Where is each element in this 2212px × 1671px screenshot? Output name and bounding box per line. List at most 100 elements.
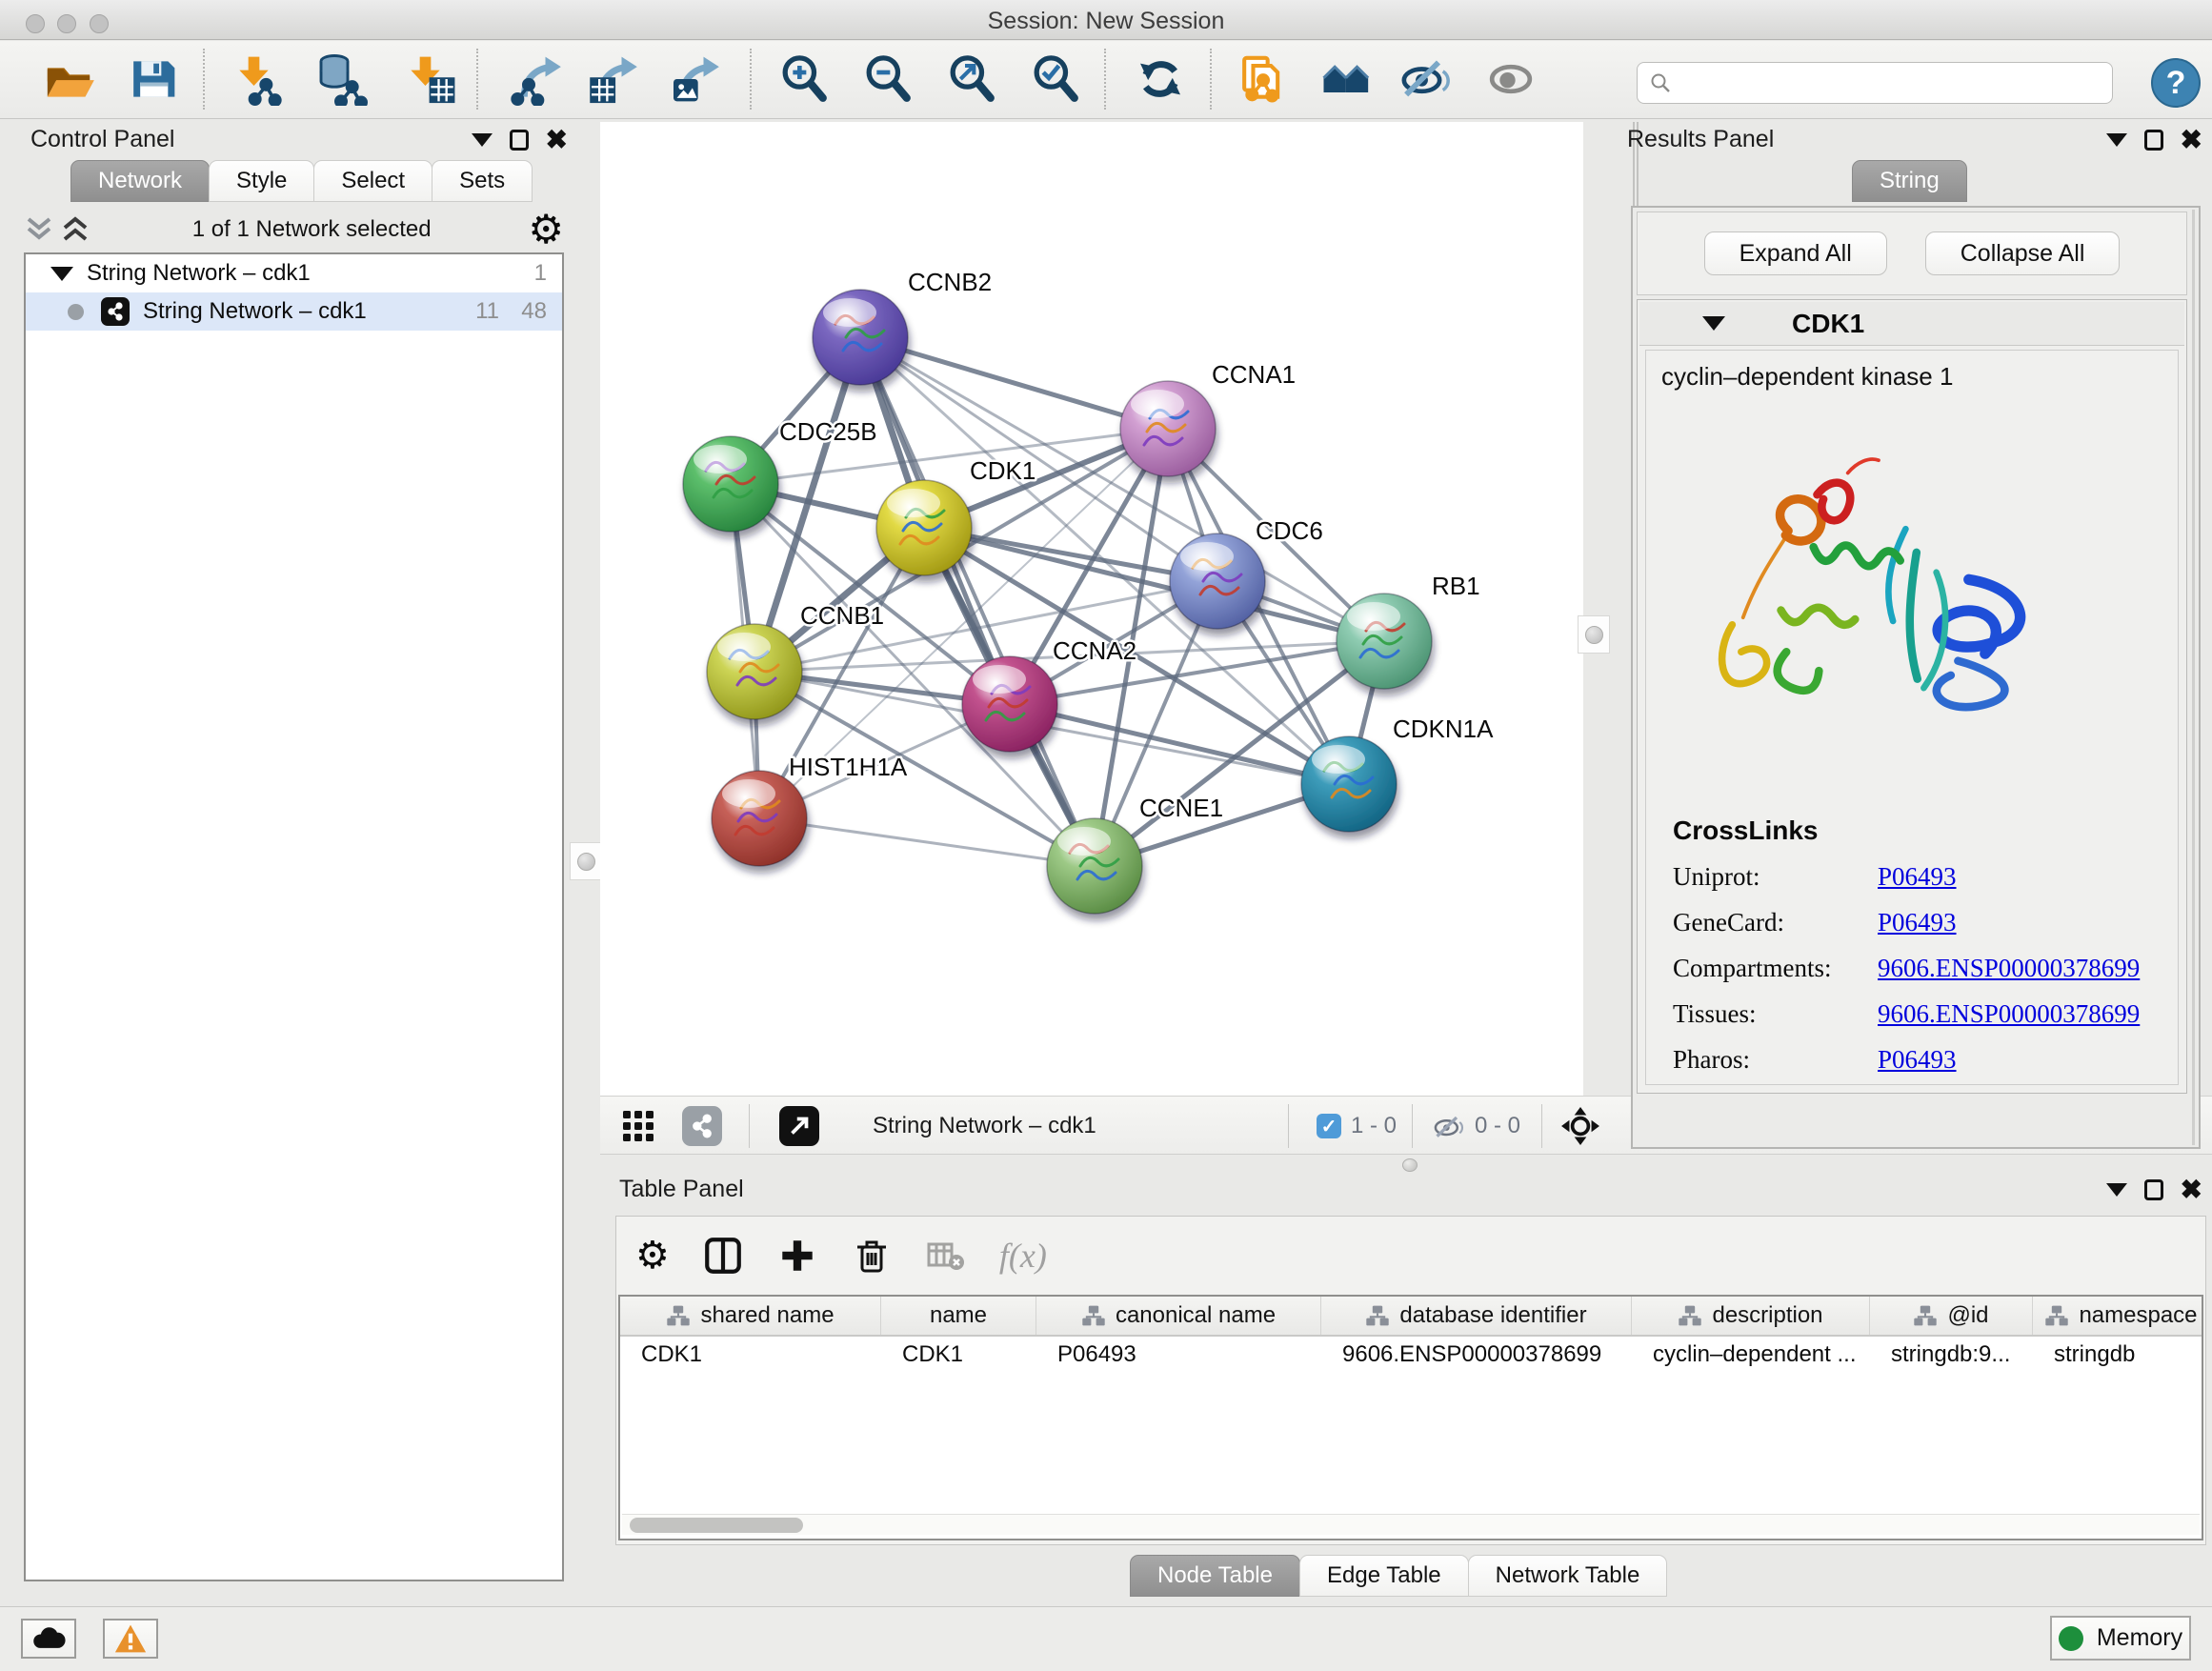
crosslink-link[interactable]: 9606.ENSP00000378699 — [1878, 999, 2140, 1029]
network-node-CDK1[interactable] — [876, 480, 972, 575]
delete-column-trash-icon[interactable] — [851, 1235, 893, 1277]
column-header-name[interactable]: name — [881, 1297, 1036, 1335]
network-options-gear-icon[interactable]: ⚙ — [528, 211, 564, 249]
export-image-button[interactable] — [665, 50, 722, 108]
zoom-selected-button[interactable] — [1027, 50, 1084, 108]
hide-selected-button[interactable] — [1397, 50, 1454, 108]
network-node-CDKN1A[interactable] — [1301, 736, 1397, 832]
crosslink-link[interactable]: P06493 — [1878, 862, 1957, 892]
table-cell[interactable]: CDK1 — [881, 1337, 1036, 1373]
search-field[interactable] — [1637, 62, 2113, 104]
add-column-icon[interactable] — [776, 1235, 818, 1277]
panel-close-icon[interactable]: ✖ — [546, 130, 568, 151]
tab-sets[interactable]: Sets — [432, 160, 533, 202]
table-cell[interactable]: CDK1 — [620, 1337, 881, 1373]
panel-float-icon[interactable] — [2144, 1179, 2163, 1200]
show-all-button[interactable] — [1482, 50, 1539, 108]
network-node-CCNE1[interactable] — [1047, 818, 1142, 914]
cloud-icon[interactable] — [21, 1619, 76, 1659]
table-cell[interactable]: stringdb — [2033, 1337, 2203, 1373]
column-header-database-identifier[interactable]: database identifier — [1321, 1297, 1632, 1335]
table-cell[interactable]: P06493 — [1036, 1337, 1321, 1373]
open-session-button[interactable] — [40, 50, 97, 108]
network-node-CCNB2[interactable] — [813, 290, 908, 385]
column-header-description[interactable]: description — [1632, 1297, 1870, 1335]
collapse-all-button[interactable]: Collapse All — [1925, 232, 2121, 275]
right-splitter-handle[interactable] — [1578, 615, 1610, 654]
refresh-icon[interactable] — [1132, 50, 1189, 108]
crosslink-link[interactable]: P06493 — [1878, 1045, 1957, 1075]
column-header-namespace[interactable]: namespace — [2033, 1297, 2203, 1335]
network-node-RB1[interactable] — [1337, 594, 1432, 689]
pan-crosshair-icon[interactable] — [1560, 1106, 1600, 1146]
crosslink-label: Uniprot: — [1673, 862, 1878, 892]
zoom-out-button[interactable] — [859, 50, 916, 108]
results-scrollbar[interactable] — [2192, 210, 2195, 1145]
network-canvas[interactable]: CCNB2CCNA1CDC25BCDK1CDC6RB1CCNB1CCNA2CDK… — [600, 122, 1583, 1096]
export-table-button[interactable] — [583, 50, 640, 108]
network-collection-row[interactable]: String Network – cdk1 1 — [26, 254, 562, 292]
network-node-CCNA2[interactable] — [962, 656, 1057, 752]
zoom-fit-button[interactable] — [943, 50, 1000, 108]
search-input[interactable] — [1679, 70, 2101, 96]
table-cell[interactable]: 9606.ENSP00000378699 — [1321, 1337, 1632, 1373]
table-cell[interactable]: cyclin–dependent ... — [1632, 1337, 1870, 1373]
crosslink-link[interactable]: 9606.ENSP00000378699 — [1878, 954, 2140, 983]
panel-collapse-icon[interactable] — [472, 133, 493, 147]
tab-select[interactable]: Select — [313, 160, 432, 202]
import-table-button[interactable] — [400, 50, 457, 108]
detach-view-button[interactable] — [779, 1106, 819, 1146]
tab-edge-table[interactable]: Edge Table — [1299, 1555, 1469, 1597]
panel-collapse-icon[interactable] — [2106, 1183, 2127, 1197]
horizontal-splitter-handle[interactable] — [1402, 1158, 1418, 1172]
network-share-view-button[interactable] — [682, 1106, 722, 1146]
tab-node-table[interactable]: Node Table — [1130, 1555, 1300, 1597]
network-row-selected[interactable]: String Network – cdk1 11 48 — [26, 292, 562, 331]
network-node-CDC25B[interactable] — [683, 436, 778, 532]
left-splitter-handle[interactable] — [570, 842, 602, 880]
first-neighbors-button[interactable] — [1318, 50, 1376, 108]
tab-style[interactable]: Style — [209, 160, 314, 202]
table-row[interactable]: CDK1CDK1P064939606.ENSP00000378699cyclin… — [620, 1337, 2202, 1373]
warning-icon[interactable] — [103, 1619, 158, 1659]
network-node-CDC6[interactable] — [1170, 534, 1265, 629]
selected-checkbox-icon[interactable]: ✓ — [1317, 1114, 1341, 1138]
tree-expander-icon[interactable] — [50, 267, 73, 281]
panel-collapse-icon[interactable] — [2106, 133, 2127, 147]
expand-all-button[interactable]: Expand All — [1704, 232, 1887, 275]
save-session-button[interactable] — [124, 50, 181, 108]
delete-table-icon[interactable] — [925, 1235, 967, 1277]
network-node-CCNB1[interactable] — [707, 624, 802, 719]
network-node-CCNA1[interactable] — [1120, 381, 1216, 476]
grid-view-icon[interactable] — [619, 1107, 657, 1145]
tab-string[interactable]: String — [1852, 160, 1967, 202]
panel-float-icon[interactable] — [2144, 130, 2163, 151]
string-network-graph[interactable]: CCNB2CCNA1CDC25BCDK1CDC6RB1CCNB1CCNA2CDK… — [600, 122, 1583, 1096]
network-node-HIST1H1A[interactable] — [712, 771, 807, 866]
panel-float-icon[interactable] — [510, 130, 529, 151]
import-network-button[interactable] — [229, 50, 286, 108]
help-button[interactable]: ? — [2151, 58, 2201, 108]
crosslink-link[interactable]: P06493 — [1878, 908, 1957, 937]
column-header-shared-name[interactable]: shared name — [620, 1297, 881, 1335]
table-horizontal-scrollbar[interactable] — [622, 1514, 2200, 1535]
export-network-button[interactable] — [507, 50, 564, 108]
clone-network-button[interactable] — [1235, 50, 1292, 108]
scrollbar-thumb[interactable] — [630, 1518, 803, 1533]
tab-network-table[interactable]: Network Table — [1468, 1555, 1668, 1597]
import-database-button[interactable] — [312, 50, 370, 108]
memory-button[interactable]: Memory — [2050, 1616, 2191, 1661]
collapse-all-icon[interactable] — [23, 215, 55, 244]
table-cell[interactable]: stringdb:9... — [1870, 1337, 2033, 1373]
show-columns-icon[interactable] — [702, 1235, 744, 1277]
tab-network[interactable]: Network — [70, 160, 210, 202]
gene-collapse-icon[interactable] — [1702, 316, 1725, 331]
table-options-gear-icon[interactable]: ⚙ — [635, 1237, 670, 1275]
panel-close-icon[interactable]: ✖ — [2181, 1179, 2202, 1200]
column-header-canonical-name[interactable]: canonical name — [1036, 1297, 1321, 1335]
column-header--id[interactable]: @id — [1870, 1297, 2033, 1335]
gene-header[interactable]: CDK1 — [1639, 302, 2184, 346]
panel-close-icon[interactable]: ✖ — [2181, 130, 2202, 151]
expand-all-icon[interactable] — [59, 215, 91, 244]
zoom-in-button[interactable] — [775, 50, 833, 108]
